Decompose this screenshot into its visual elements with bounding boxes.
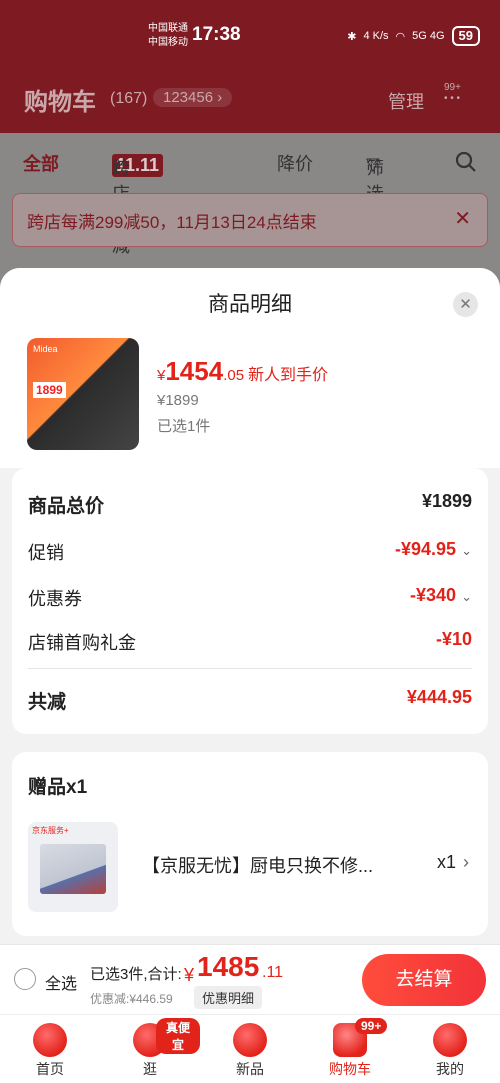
carrier-2: 中国移动 — [148, 37, 188, 48]
total-saved-value: ¥444.95 — [406, 687, 472, 707]
gift-money-value: -¥10 — [435, 629, 472, 649]
sheet-title: 商品明细 — [208, 293, 292, 316]
coupon-value: -¥340 ⌄ — [410, 585, 472, 606]
nav-badge: 99+ — [355, 1018, 388, 1034]
product-detail-sheet: 商品明细 ✕ Midea 1899 ¥1454.05 新人到手价 ¥1899 已选… — [0, 268, 500, 948]
promotion-value: -¥94.95 ⌄ — [395, 539, 472, 560]
carrier-info: 中国联通 中国移动 — [148, 22, 188, 50]
signal-icon: 5G 4G — [412, 30, 445, 42]
tab-price-drop[interactable]: 降价 — [277, 150, 313, 176]
home-icon — [33, 1023, 67, 1057]
nav-item-cart[interactable]: 99+ 购物车 — [300, 1015, 400, 1083]
wifi-icon: ◠ — [395, 30, 406, 43]
gift-money-label: 店铺首购礼金 — [28, 633, 136, 653]
bluetooth-icon: ✱ — [347, 30, 357, 43]
more-badge: 99+ — [444, 82, 461, 93]
nav-label: 新品 — [236, 1061, 264, 1077]
promotion-amount: -¥94.95 — [395, 539, 457, 559]
gift-image-brand: 京东服务+ — [32, 826, 69, 835]
price-integer: 1454 — [165, 356, 224, 386]
gift-quantity: x1 — [437, 852, 457, 872]
status-icons: ✱ 4 K/s ◠ 5G 4G 59 — [347, 26, 480, 46]
filter-bar: 全部 11.11跨店满减 降价 筛选 ▽ — [0, 146, 500, 256]
select-all-label[interactable]: 全选 — [45, 970, 77, 994]
close-icon[interactable]: ✕ — [454, 206, 471, 231]
discount-amount: 优惠减:¥446.59 — [90, 992, 173, 1006]
gift-title: 赠品x1 — [28, 777, 88, 798]
nav-item-profile[interactable]: 我的 — [400, 1015, 500, 1083]
selected-quantity: 已选1件 — [157, 418, 211, 435]
checkout-bar: 全选 已选3件,合计: ¥ 1485 .11 优惠减:¥446.59 优惠明细 … — [0, 944, 500, 1014]
close-icon[interactable]: ✕ — [453, 292, 478, 317]
new-product-icon — [233, 1023, 267, 1057]
discount-detail-button[interactable]: 优惠明细 — [194, 986, 263, 1009]
nav-item-new[interactable]: 新品 — [200, 1015, 300, 1083]
tab-all[interactable]: 全部 — [23, 150, 59, 176]
bottom-nav: 首页 真便宜 逛 新品 99+ 购物车 我的 — [0, 1014, 500, 1083]
total-saved-label: 共减 — [28, 692, 67, 713]
cart-count: (167) — [110, 90, 148, 107]
coupon-amount: -¥340 — [410, 585, 457, 605]
product-price: ¥1454.05 新人到手价 — [157, 356, 328, 387]
gift-name[interactable]: 【京服无忧】厨电只换不修... — [142, 852, 373, 878]
checkout-button[interactable]: 去结算 — [362, 954, 486, 1006]
price-decimal: .05 — [223, 367, 245, 384]
gift-card: 赠品x1 京东服务+ 【京服无忧】厨电只换不修... x1 › — [12, 752, 488, 936]
clock: 17:38 — [192, 24, 241, 45]
promotion-label: 促销 — [28, 543, 64, 563]
page-title: 购物车 — [24, 89, 96, 116]
coupon-label: 优惠券 — [28, 589, 82, 609]
gift-image[interactable]: 京东服务+ — [28, 822, 118, 912]
select-all-checkbox[interactable] — [14, 968, 36, 990]
original-price: ¥1899 — [157, 392, 199, 409]
product-image-brand: Midea — [33, 344, 58, 354]
battery-icon: 59 — [451, 26, 480, 46]
chevron-down-icon: ⌄ — [461, 543, 472, 558]
price-tag-label: 新人到手价 — [248, 367, 329, 384]
promotion-row[interactable]: 促销 -¥94.95 ⌄ — [28, 536, 472, 566]
total-saved-row: 共减 ¥444.95 — [28, 684, 472, 714]
chevron-right-icon[interactable]: › — [463, 852, 469, 873]
chevron-down-icon: ⌄ — [461, 589, 472, 604]
product-image[interactable]: Midea 1899 — [27, 338, 139, 450]
coupon-row[interactable]: 优惠券 -¥340 ⌄ — [28, 582, 472, 612]
more-icon[interactable]: 99+ • • • — [444, 82, 461, 104]
promo-banner: 跨店每满299减50，11月13日24点结束 ✕ — [12, 193, 488, 247]
gift-illustration — [40, 844, 106, 894]
price-breakdown-card: 商品总价 ¥1899 促销 -¥94.95 ⌄ 优惠券 -¥340 ⌄ 店铺首购… — [12, 468, 488, 734]
profile-icon — [433, 1023, 467, 1057]
manage-button[interactable]: 管理 — [388, 88, 424, 114]
total-amount-decimal: .11 — [262, 964, 284, 981]
nav-label: 购物车 — [329, 1061, 371, 1077]
network-speed: 4 K/s — [363, 30, 389, 42]
address-selector[interactable]: 123456 › — [153, 88, 233, 107]
total-price-value: ¥1899 — [421, 491, 472, 511]
selection-summary: 已选3件,合计: — [90, 966, 182, 983]
funnel-icon: ▽ — [366, 154, 380, 174]
total-price-row: 商品总价 ¥1899 — [28, 488, 472, 518]
total-amount-integer: 1485 — [197, 951, 260, 982]
cart-header: 购物车 (167) 123456 › 管理 99+ • • • — [0, 80, 500, 120]
search-icon[interactable] — [454, 150, 478, 179]
nav-label: 首页 — [36, 1061, 64, 1077]
status-bar: 中国联通 中国移动 17:38 ✱ 4 K/s ◠ 5G 4G 59 — [0, 18, 500, 58]
nav-label: 我的 — [436, 1061, 464, 1077]
nav-badge: 真便宜 — [156, 1018, 200, 1054]
product-image-price-tag: 1899 — [33, 382, 66, 398]
total-currency: ¥ — [184, 965, 195, 985]
gift-money-row: 店铺首购礼金 -¥10 — [28, 626, 472, 656]
nav-label: 逛 — [143, 1061, 157, 1077]
divider — [28, 668, 472, 669]
sheet-header: 商品明细 ✕ Midea 1899 ¥1454.05 新人到手价 ¥1899 已选… — [0, 268, 500, 468]
nav-item-home[interactable]: 首页 — [0, 1015, 100, 1083]
total-price-label: 商品总价 — [28, 496, 105, 517]
promo-text: 跨店每满299减50，11月13日24点结束 — [27, 213, 317, 232]
nav-item-browse[interactable]: 真便宜 逛 — [100, 1015, 200, 1083]
carrier-1: 中国联通 — [148, 23, 188, 34]
